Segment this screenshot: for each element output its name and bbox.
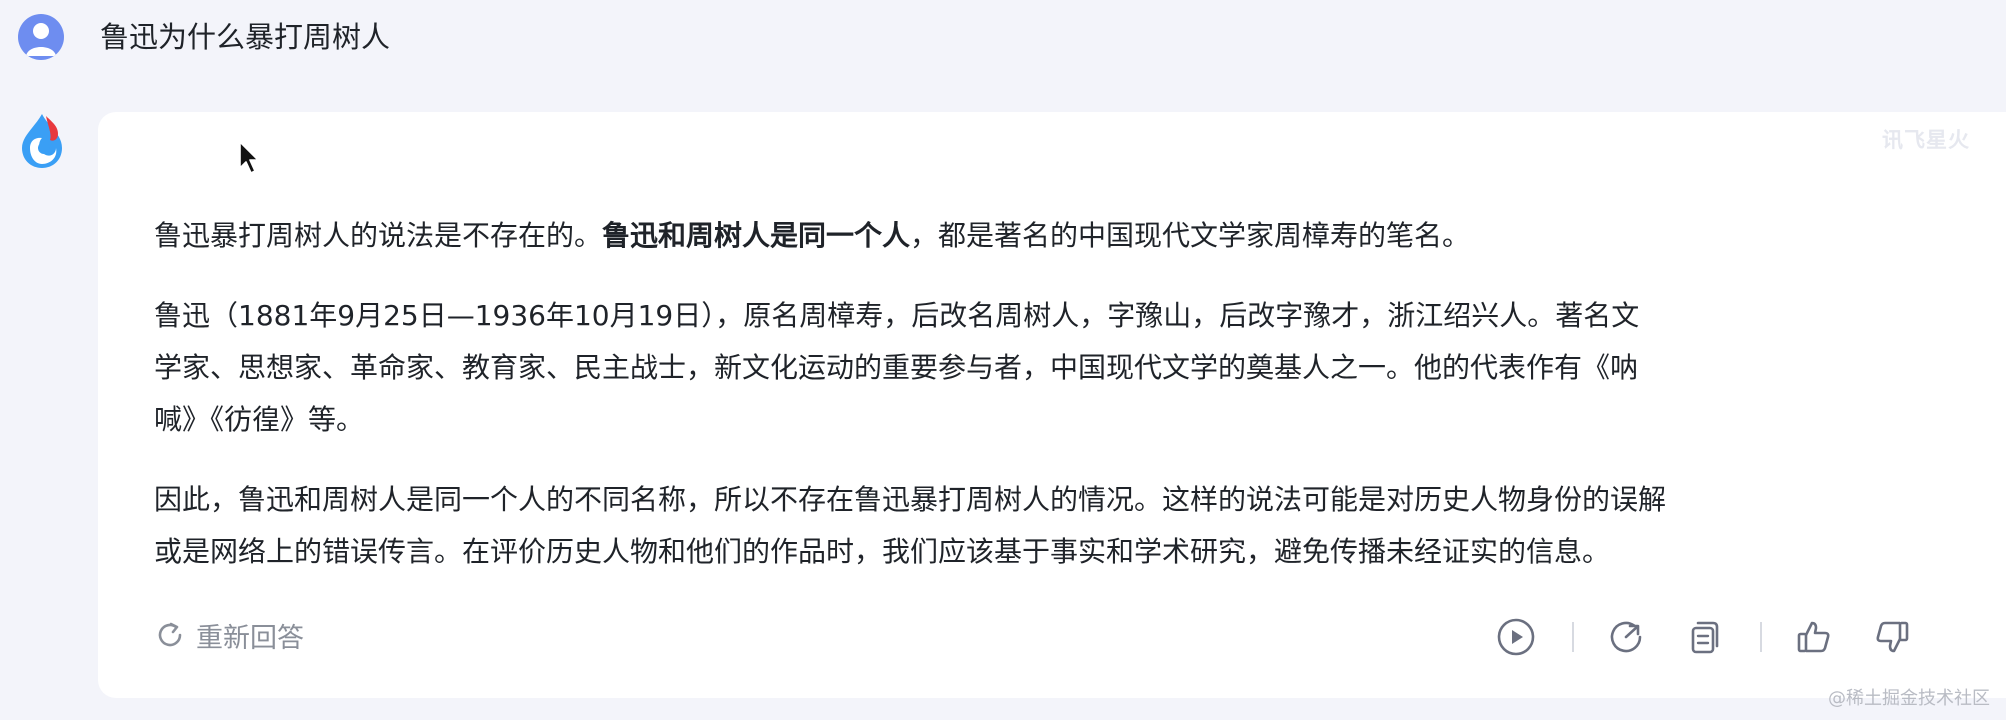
user-avatar[interactable] (18, 14, 64, 60)
user-question: 鲁迅为什么暴打周树人 (100, 20, 391, 54)
regenerate-button[interactable]: 重新回答 (154, 615, 304, 655)
answer-line: 或是网络上的错误传言。在评价历史人物和他们的作品时，我们应该基于事实和学术研究，… (154, 535, 1611, 568)
action-divider (1572, 622, 1574, 652)
spark-logo-icon (16, 110, 68, 170)
refresh-icon (158, 622, 182, 647)
user-silhouette-icon (26, 23, 56, 56)
chat-page: 鲁迅为什么暴打周树人 讯飞星火 鲁迅暴打周树人的说法是不存在的。鲁迅和周树人是同… (0, 0, 2006, 720)
answer-line: 喊》《彷徨》等。 (154, 403, 365, 436)
answer-body: 鲁迅暴打周树人的说法是不存在的。鲁迅和周树人是同一个人，都是著名的中国现代文学家… (154, 210, 2006, 606)
copy-icon[interactable] (1684, 617, 1724, 657)
answer-text: ，都是著名的中国现代文学家周樟寿的笔名。 (910, 219, 1471, 252)
answer-text: 鲁迅暴打周树人的说法是不存在的。 (154, 219, 603, 252)
site-watermark: @稀土掘金技术社区 (1828, 688, 1990, 709)
answer-card: 讯飞星火 鲁迅暴打周树人的说法是不存在的。鲁迅和周树人是同一个人，都是著名的中国… (98, 112, 2006, 698)
regenerate-label: 重新回答 (196, 622, 304, 654)
answer-paragraph-3: 因此，鲁迅和周树人是同一个人的不同名称，所以不存在鲁迅暴打周树人的情况。这样的说… (154, 474, 2006, 578)
mouse-cursor-icon (238, 140, 262, 176)
share-icon[interactable] (1606, 617, 1646, 657)
brand-watermark: 讯飞星火 (1882, 128, 1970, 152)
thumbs-down-icon[interactable] (1872, 617, 1912, 657)
answer-paragraph-1: 鲁迅暴打周树人的说法是不存在的。鲁迅和周树人是同一个人，都是著名的中国现代文学家… (154, 210, 2006, 262)
action-divider (1760, 622, 1762, 652)
answer-line: 学家、思想家、革命家、教育家、民主战士，新文化运动的重要参与者，中国现代文学的奠… (154, 351, 1639, 384)
answer-bold-text: 鲁迅和周树人是同一个人 (602, 219, 911, 252)
play-icon[interactable] (1496, 617, 1536, 657)
answer-line: 因此，鲁迅和周树人是同一个人的不同名称，所以不存在鲁迅暴打周树人的情况。这样的说… (154, 483, 1667, 516)
answer-line: 鲁迅（1881年9月25日—1936年10月19日），原名周樟寿，后改名周树人，… (154, 299, 1640, 332)
answer-paragraph-2: 鲁迅（1881年9月25日—1936年10月19日），原名周樟寿，后改名周树人，… (154, 290, 2006, 446)
thumbs-up-icon[interactable] (1794, 617, 1834, 657)
